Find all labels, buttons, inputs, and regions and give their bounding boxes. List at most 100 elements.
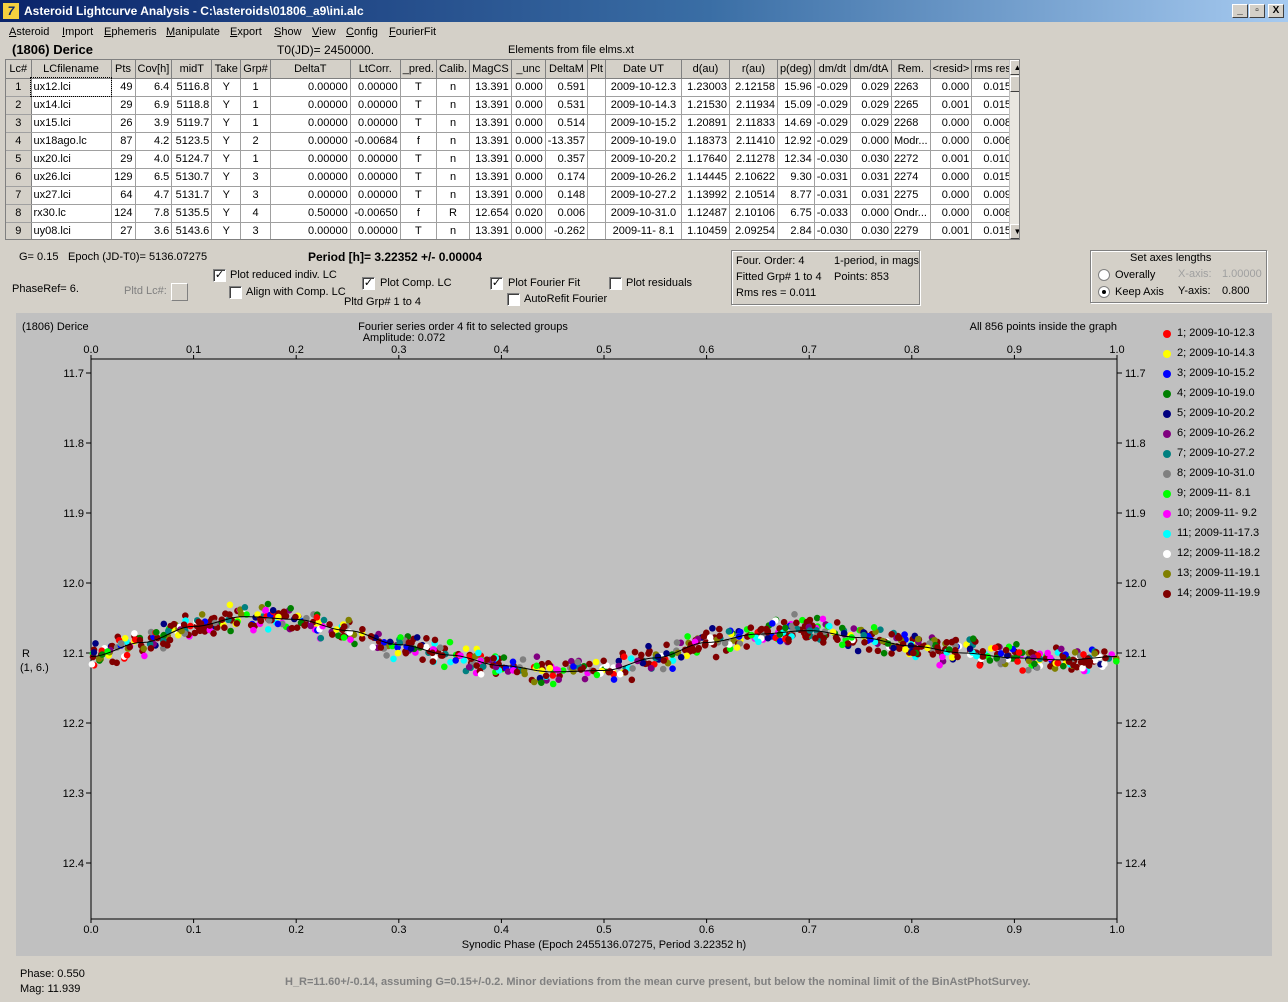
data-point	[660, 657, 668, 664]
data-point	[629, 665, 636, 672]
data-point	[160, 620, 168, 628]
legend-dot-icon	[1163, 570, 1171, 578]
data-point	[88, 661, 96, 668]
data-point	[210, 630, 217, 637]
legend-dot-icon	[1163, 590, 1171, 598]
data-point	[429, 658, 437, 665]
data-point	[519, 656, 527, 663]
data-point	[140, 645, 147, 652]
legend-dot-icon	[1163, 470, 1171, 478]
data-point	[538, 679, 545, 686]
data-point	[264, 600, 272, 608]
data-point	[475, 649, 482, 657]
data-point	[669, 665, 676, 672]
y-tick-label-right: 12.4	[1125, 858, 1146, 870]
y-axis-label-r: R	[22, 648, 30, 660]
data-point	[359, 626, 366, 633]
data-point	[1002, 646, 1010, 654]
data-point	[118, 640, 125, 647]
data-point	[677, 654, 685, 661]
data-point	[769, 620, 776, 627]
x-tick-label-bottom: 0.4	[494, 924, 509, 936]
data-point	[813, 614, 821, 622]
data-point	[647, 664, 655, 672]
data-point	[839, 641, 846, 649]
legend-label: 3; 2009-10-15.2	[1177, 367, 1255, 379]
data-point	[437, 644, 444, 651]
data-point	[654, 653, 662, 660]
data-point	[894, 634, 902, 641]
data-point	[592, 658, 600, 666]
data-point	[500, 654, 508, 661]
data-point	[465, 663, 473, 671]
data-point	[509, 658, 517, 666]
data-point	[1080, 651, 1087, 658]
data-point	[929, 651, 937, 658]
data-point	[1113, 658, 1120, 665]
legend-label: 8; 2009-10-31.0	[1177, 467, 1255, 479]
data-point	[317, 634, 325, 642]
data-point	[555, 676, 562, 683]
data-point	[901, 631, 908, 638]
data-point	[123, 651, 131, 659]
data-point	[638, 651, 645, 659]
data-point	[610, 676, 618, 683]
data-point	[936, 661, 943, 669]
x-axis-title: Synodic Phase (Epoch 2455136.07275, Peri…	[462, 939, 746, 951]
y-tick-label-right: 12.0	[1125, 578, 1146, 590]
data-point	[620, 653, 628, 660]
lightcurve-chart[interactable]: 0.0 0.0 0.1 0.1 0.2 0.2 0.3 0.3 0.4 0.4 0.5 0.5 0.6 0…	[0, 0, 1288, 1002]
data-point	[320, 616, 328, 624]
legend-dot-icon	[1163, 510, 1171, 518]
data-point	[1085, 662, 1093, 669]
data-point	[1101, 660, 1108, 668]
x-tick-label-top: 0.2	[289, 344, 304, 356]
x-tick-label-top: 0.4	[494, 344, 509, 356]
data-point	[513, 668, 521, 676]
data-point	[340, 634, 348, 641]
data-point	[549, 672, 557, 679]
data-point	[1070, 662, 1077, 669]
plot-amplitude: Amplitude: 0.072	[363, 332, 446, 344]
x-tick-label-bottom: 0.2	[289, 924, 304, 936]
legend-label: 2; 2009-10-14.3	[1177, 347, 1255, 359]
data-point	[684, 633, 691, 640]
legend-dot-icon	[1163, 390, 1171, 398]
legend-dot-icon	[1163, 370, 1171, 378]
data-point	[880, 649, 888, 657]
data-point	[262, 606, 270, 614]
phase-readout: Phase: 0.550	[20, 968, 85, 980]
legend-dot-icon	[1163, 350, 1171, 358]
data-point	[747, 624, 755, 631]
x-tick-label-top: 0.9	[1007, 344, 1022, 356]
data-point	[826, 622, 833, 630]
data-point	[301, 622, 308, 629]
data-point	[439, 652, 446, 659]
axis-ticks: 0.0 0.0 0.1 0.1 0.2 0.2 0.3 0.3 0.4 0.4 0.5 0.5 0.6 0…	[63, 344, 1147, 936]
data-point	[1079, 664, 1086, 672]
data-point	[663, 641, 670, 649]
data-point	[861, 639, 868, 646]
data-point	[394, 649, 402, 657]
data-point	[593, 671, 601, 679]
data-point	[307, 622, 315, 630]
data-point	[757, 626, 764, 634]
data-point	[542, 672, 550, 680]
data-point	[313, 614, 321, 621]
data-point	[222, 610, 229, 617]
data-point	[377, 644, 385, 651]
data-point	[616, 670, 624, 678]
x-tick-label-top: 0.0	[83, 344, 98, 356]
legend-dot-icon	[1163, 410, 1171, 418]
legend-dot-icon	[1163, 330, 1171, 338]
data-point	[1031, 660, 1038, 668]
legend-label: 13; 2009-11-19.1	[1177, 567, 1260, 579]
data-point	[198, 611, 206, 618]
data-point	[832, 634, 840, 641]
y-tick-label-right: 12.3	[1125, 788, 1146, 800]
data-point	[764, 628, 771, 636]
data-point	[914, 635, 922, 643]
data-point	[530, 678, 538, 686]
data-point	[1025, 666, 1032, 674]
data-point	[345, 616, 353, 624]
